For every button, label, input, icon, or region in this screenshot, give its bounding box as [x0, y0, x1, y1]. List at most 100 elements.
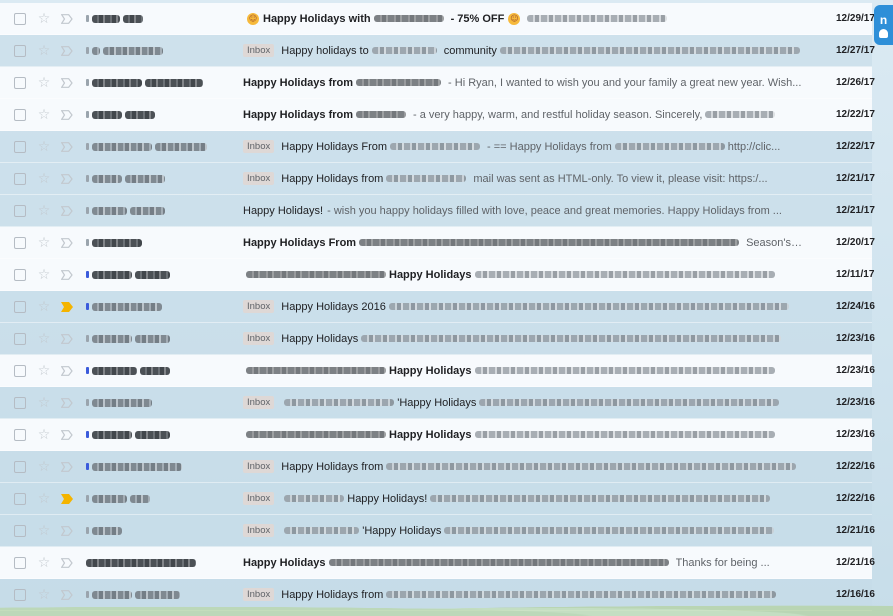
- star-icon[interactable]: ☆: [37, 428, 51, 442]
- importance-marker-icon[interactable]: [61, 270, 73, 280]
- importance-marker-icon[interactable]: [61, 238, 73, 248]
- select-checkbox[interactable]: [14, 492, 26, 505]
- select-checkbox[interactable]: [14, 588, 26, 601]
- select-checkbox[interactable]: [14, 236, 26, 249]
- importance-marker-icon[interactable]: [61, 206, 73, 216]
- select-checkbox[interactable]: [14, 76, 26, 89]
- select-checkbox[interactable]: [14, 460, 26, 473]
- sender-marker: [86, 463, 89, 470]
- star-icon[interactable]: ☆: [37, 268, 51, 282]
- inbox-label[interactable]: Inbox: [243, 492, 275, 505]
- importance-marker-icon[interactable]: [61, 494, 73, 504]
- inbox-label[interactable]: Inbox: [243, 588, 275, 601]
- select-checkbox[interactable]: [14, 140, 26, 153]
- star-icon[interactable]: ☆: [37, 460, 51, 474]
- email-row[interactable]: ☆ Inbox Happy Holidays From - == Happy Holi…: [0, 131, 875, 163]
- star-icon[interactable]: ☆: [37, 300, 51, 314]
- inbox-label[interactable]: Inbox: [243, 300, 275, 313]
- star-icon[interactable]: ☆: [37, 396, 51, 410]
- email-row[interactable]: ☆ Inbox Happy Holidays from mail was sent a…: [0, 163, 875, 195]
- email-snippet: mail was sent as HTML-only. To view it, …: [473, 172, 768, 185]
- importance-marker-icon[interactable]: [61, 334, 73, 344]
- email-row[interactable]: ☆ Inbox Happy Holidays 12/23/16: [0, 323, 875, 355]
- select-checkbox[interactable]: [14, 268, 26, 281]
- email-content: Happy Holidays from - a very happy, warm,…: [243, 99, 803, 131]
- importance-marker-icon[interactable]: [61, 430, 73, 440]
- select-checkbox[interactable]: [14, 300, 26, 313]
- star-icon[interactable]: ☆: [37, 44, 51, 58]
- email-row[interactable]: ☆ Happy Holidays Thanks for being ... 12/21…: [0, 547, 875, 579]
- side-panel-badge[interactable]: n: [874, 5, 893, 45]
- importance-marker-icon[interactable]: [61, 14, 73, 24]
- importance-marker-icon[interactable]: [61, 590, 73, 600]
- importance-marker-icon[interactable]: [61, 78, 73, 88]
- select-checkbox[interactable]: [14, 332, 26, 345]
- importance-marker-icon[interactable]: [61, 174, 73, 184]
- inbox-label[interactable]: Inbox: [243, 460, 275, 473]
- inbox-label[interactable]: Inbox: [243, 140, 275, 153]
- redacted-text: [388, 303, 789, 310]
- star-icon[interactable]: ☆: [37, 108, 51, 122]
- importance-marker-icon[interactable]: [61, 366, 73, 376]
- select-checkbox[interactable]: [14, 396, 26, 409]
- sender-name: [86, 227, 226, 259]
- email-content: Inbox Happy holidays to community: [243, 35, 803, 67]
- select-checkbox[interactable]: [14, 428, 26, 441]
- email-date: 12/24/16: [836, 301, 875, 312]
- sender-marker: [86, 591, 89, 598]
- email-row[interactable]: ☆ Happy Holidays 12/23/16: [0, 355, 875, 387]
- email-row[interactable]: ☆ ☺ Happy Holidays with - 75% OFF ☺ 12/29/17: [0, 3, 875, 35]
- importance-marker-icon[interactable]: [61, 46, 73, 56]
- inbox-label[interactable]: Inbox: [243, 44, 275, 57]
- select-checkbox[interactable]: [14, 524, 26, 537]
- select-checkbox[interactable]: [14, 204, 26, 217]
- email-row[interactable]: ☆ Happy Holidays from - a very happy, warm…: [0, 99, 875, 131]
- select-checkbox[interactable]: [14, 108, 26, 121]
- email-row[interactable]: ☆ Inbox Happy Holidays from 12/22/16: [0, 451, 875, 483]
- importance-marker-icon[interactable]: [61, 142, 73, 152]
- star-icon[interactable]: ☆: [37, 524, 51, 538]
- inbox-label[interactable]: Inbox: [243, 172, 275, 185]
- email-row[interactable]: ☆ Happy Holidays 12/11/17: [0, 259, 874, 291]
- star-icon[interactable]: ☆: [37, 588, 51, 602]
- select-checkbox[interactable]: [14, 364, 26, 377]
- sender-marker: [86, 175, 89, 182]
- star-icon[interactable]: ☆: [37, 172, 51, 186]
- inbox-label[interactable]: Inbox: [243, 396, 275, 409]
- star-icon[interactable]: ☆: [37, 76, 51, 90]
- importance-marker-icon[interactable]: [61, 110, 73, 120]
- star-icon[interactable]: ☆: [37, 364, 51, 378]
- email-row[interactable]: ☆ Inbox Happy Holidays! 12/22/16: [0, 483, 875, 515]
- importance-marker-icon[interactable]: [61, 302, 73, 312]
- select-checkbox[interactable]: [14, 12, 26, 25]
- star-icon[interactable]: ☆: [37, 236, 51, 250]
- importance-marker-icon[interactable]: [61, 558, 73, 568]
- email-content: Inbox Happy Holidays From - == Happy Holid…: [243, 131, 803, 163]
- redacted-text: [246, 431, 386, 438]
- email-row[interactable]: ☆ Inbox Happy holidays to community 12/27/17: [0, 35, 875, 67]
- email-row[interactable]: ☆ Happy Holidays 12/23/16: [0, 419, 875, 451]
- star-icon[interactable]: ☆: [37, 140, 51, 154]
- star-icon[interactable]: ☆: [37, 12, 51, 26]
- importance-marker-icon[interactable]: [61, 526, 73, 536]
- select-checkbox[interactable]: [14, 172, 26, 185]
- star-icon[interactable]: ☆: [37, 556, 51, 570]
- select-checkbox[interactable]: [14, 556, 26, 569]
- redacted-text: [125, 174, 165, 183]
- star-icon[interactable]: ☆: [37, 492, 51, 506]
- email-row[interactable]: ☆ Happy Holidays From Season's ... 12/20/17: [0, 227, 875, 259]
- email-row[interactable]: ☆ Inbox Happy Holidays from 12/16/16: [0, 579, 875, 611]
- email-row[interactable]: ☆ Happy Holidays from - Hi Ryan, I wanted …: [0, 67, 875, 99]
- importance-marker-icon[interactable]: [61, 398, 73, 408]
- select-checkbox[interactable]: [14, 44, 26, 57]
- email-row[interactable]: ☆ Happy Holidays! - wish you happy holiday…: [0, 195, 875, 227]
- star-icon[interactable]: ☆: [37, 332, 51, 346]
- inbox-label[interactable]: Inbox: [243, 524, 275, 537]
- email-row[interactable]: ☆ Inbox 'Happy Holidays 12/23/16: [0, 387, 875, 419]
- importance-marker-icon[interactable]: [61, 462, 73, 472]
- email-row[interactable]: ☆ Inbox 'Happy Holidays 12/21/16: [0, 515, 875, 547]
- email-row[interactable]: ☆ Inbox Happy Holidays 2016 12/24/16: [0, 291, 875, 323]
- redacted-text: [373, 15, 444, 22]
- inbox-label[interactable]: Inbox: [243, 332, 275, 345]
- star-icon[interactable]: ☆: [37, 204, 51, 218]
